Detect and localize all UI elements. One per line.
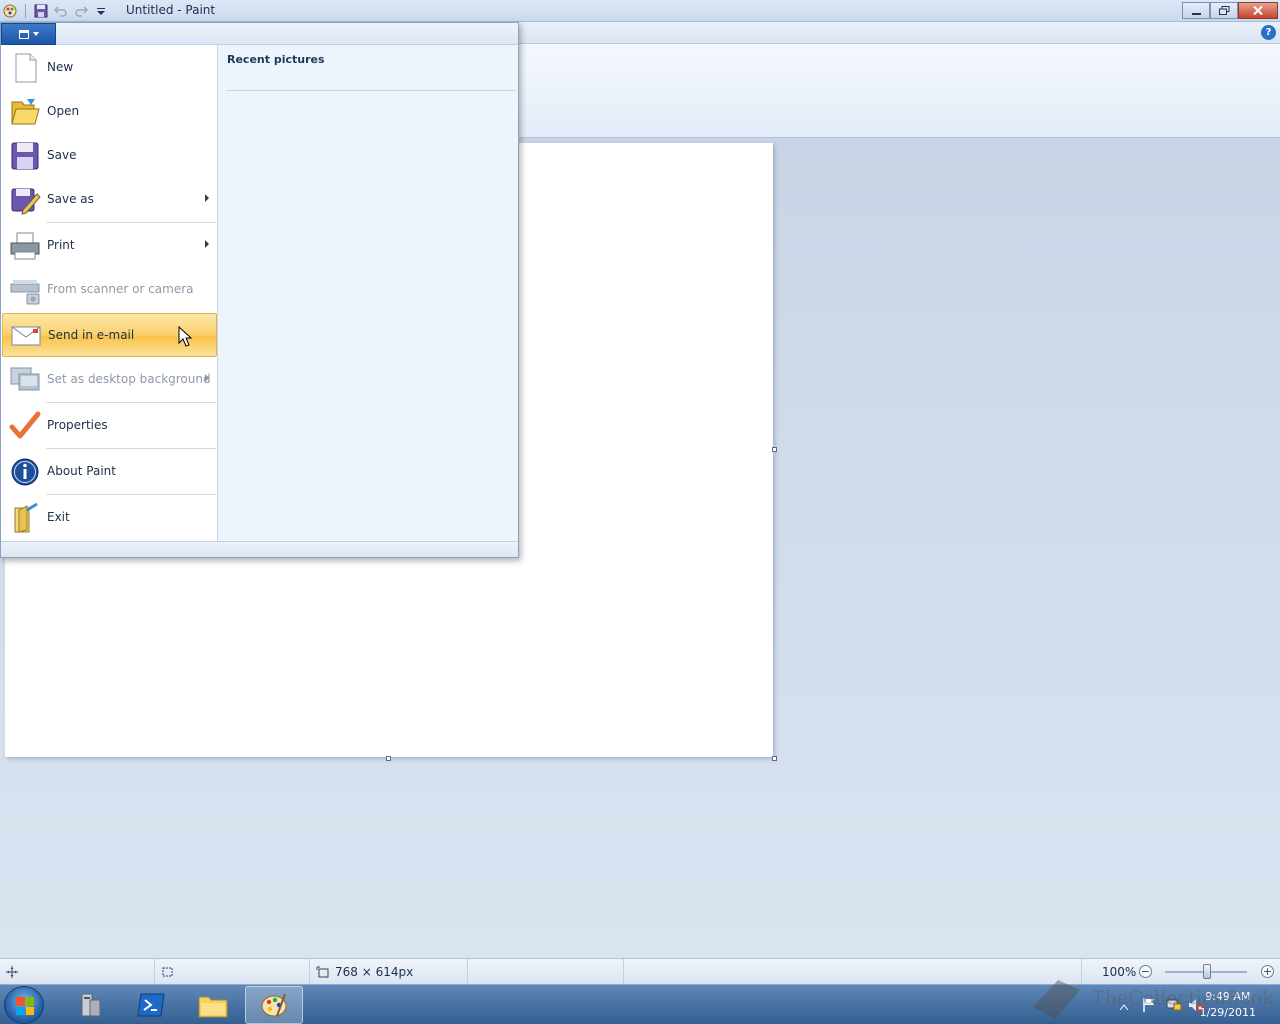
printer-icon bbox=[10, 232, 40, 260]
help-icon[interactable]: ? bbox=[1261, 25, 1276, 40]
taskbar-paint[interactable] bbox=[245, 986, 303, 1024]
image-size-cell: 768 × 614px bbox=[310, 959, 468, 985]
menu-separator bbox=[46, 448, 216, 449]
email-icon bbox=[11, 326, 41, 346]
menu-separator bbox=[46, 222, 216, 223]
selection-icon bbox=[162, 967, 173, 977]
scanner-icon bbox=[10, 280, 40, 305]
menu-item-open[interactable]: Open bbox=[2, 90, 217, 134]
menu-item-label: Save bbox=[47, 148, 77, 162]
submenu-arrow-icon bbox=[205, 374, 209, 382]
menu-item-label: New bbox=[47, 60, 74, 74]
paint-menu-button-open[interactable] bbox=[1, 23, 56, 45]
menu-item-from-scanner[interactable]: From scanner or camera bbox=[2, 268, 217, 312]
image-size-label: 768 × 614px bbox=[335, 965, 414, 979]
menu-separator bbox=[46, 402, 216, 403]
redo-icon[interactable] bbox=[73, 3, 89, 19]
menu-item-properties[interactable]: Properties bbox=[2, 404, 217, 448]
application-menu-header bbox=[1, 23, 518, 45]
open-folder-icon bbox=[11, 99, 40, 125]
undo-icon[interactable] bbox=[53, 3, 69, 19]
taskbar-explorer[interactable] bbox=[184, 986, 242, 1024]
quick-access-toolbar bbox=[2, 2, 109, 20]
restore-button[interactable] bbox=[1210, 2, 1238, 19]
submenu-arrow-icon bbox=[205, 240, 209, 248]
menu-item-label: Print bbox=[47, 238, 75, 252]
info-icon bbox=[11, 458, 39, 486]
window-title: Untitled - Paint bbox=[126, 3, 216, 17]
recent-pictures-heading: Recent pictures bbox=[227, 53, 325, 66]
menu-item-label: Open bbox=[47, 104, 80, 118]
recent-pictures-divider bbox=[226, 90, 516, 91]
menu-item-print[interactable]: Print bbox=[2, 224, 217, 268]
resize-handle-bottom[interactable] bbox=[386, 756, 391, 761]
cursor-position-cell bbox=[0, 959, 155, 985]
save-icon[interactable] bbox=[33, 3, 49, 19]
window-controls bbox=[1182, 2, 1278, 19]
checkmark-icon bbox=[9, 411, 41, 439]
desktop-background-icon bbox=[10, 367, 40, 391]
title-bar: Untitled - Paint bbox=[0, 0, 1280, 22]
recent-pictures-pane: Recent pictures bbox=[218, 45, 518, 541]
book-icon bbox=[1033, 980, 1080, 1020]
qat-separator bbox=[25, 4, 26, 18]
close-icon bbox=[1253, 6, 1263, 15]
submenu-arrow-icon bbox=[205, 194, 209, 202]
menu-item-label: Send in e-mail bbox=[48, 328, 135, 342]
menu-item-label: Exit bbox=[47, 510, 70, 524]
menu-separator bbox=[46, 494, 216, 495]
menu-item-label: Set as desktop background bbox=[47, 372, 211, 386]
resize-handle-right[interactable] bbox=[772, 447, 777, 452]
taskbar-server-manager[interactable] bbox=[62, 986, 120, 1024]
menu-commands-pane: New Open Save Save as Print From scanner bbox=[1, 45, 218, 541]
exit-icon bbox=[14, 502, 38, 533]
status-spacer bbox=[624, 959, 1082, 985]
menu-item-exit[interactable]: Exit bbox=[2, 496, 217, 540]
save-disk-icon bbox=[11, 142, 39, 170]
start-button[interactable] bbox=[4, 986, 44, 1024]
selection-size-cell bbox=[155, 959, 310, 985]
image-size-icon bbox=[316, 966, 329, 978]
menu-item-label: About Paint bbox=[47, 464, 116, 478]
resize-handle-corner[interactable] bbox=[772, 756, 777, 761]
application-menu-footer bbox=[1, 541, 518, 557]
menu-item-label: Save as bbox=[47, 192, 94, 206]
close-button[interactable] bbox=[1238, 2, 1278, 19]
menu-item-label: From scanner or camera bbox=[47, 282, 194, 296]
server-manager-icon bbox=[81, 993, 101, 1017]
menu-item-new[interactable]: New bbox=[2, 46, 217, 90]
customize-dropdown-icon[interactable] bbox=[93, 3, 109, 19]
menu-item-about[interactable]: About Paint bbox=[2, 450, 217, 494]
paint-app-icon[interactable] bbox=[2, 3, 18, 19]
minimize-button[interactable] bbox=[1182, 2, 1210, 19]
menu-document-icon bbox=[18, 29, 29, 39]
menu-item-label: Properties bbox=[47, 418, 108, 432]
paint-palette-icon bbox=[261, 993, 287, 1017]
powershell-icon bbox=[137, 993, 165, 1017]
new-document-icon bbox=[15, 53, 37, 83]
save-as-icon bbox=[11, 188, 41, 215]
chevron-down-icon bbox=[32, 32, 39, 36]
watermark-text: TheCollectionBook bbox=[1092, 987, 1274, 1009]
application-menu: New Open Save Save as Print From scanner bbox=[0, 22, 519, 558]
menu-item-set-desktop-background[interactable]: Set as desktop background bbox=[2, 358, 217, 402]
taskbar-powershell[interactable] bbox=[122, 986, 180, 1024]
watermark: TheCollectionBook bbox=[1030, 976, 1274, 1020]
menu-item-save[interactable]: Save bbox=[2, 134, 217, 178]
folder-icon bbox=[198, 996, 228, 1018]
file-size-cell bbox=[468, 959, 624, 985]
crosshair-icon bbox=[6, 966, 18, 978]
mouse-cursor-icon bbox=[178, 326, 192, 347]
minimize-icon bbox=[1191, 12, 1201, 15]
windows-logo-icon bbox=[16, 997, 34, 1015]
menu-item-save-as[interactable]: Save as bbox=[2, 178, 217, 222]
restore-icon bbox=[1218, 6, 1229, 15]
